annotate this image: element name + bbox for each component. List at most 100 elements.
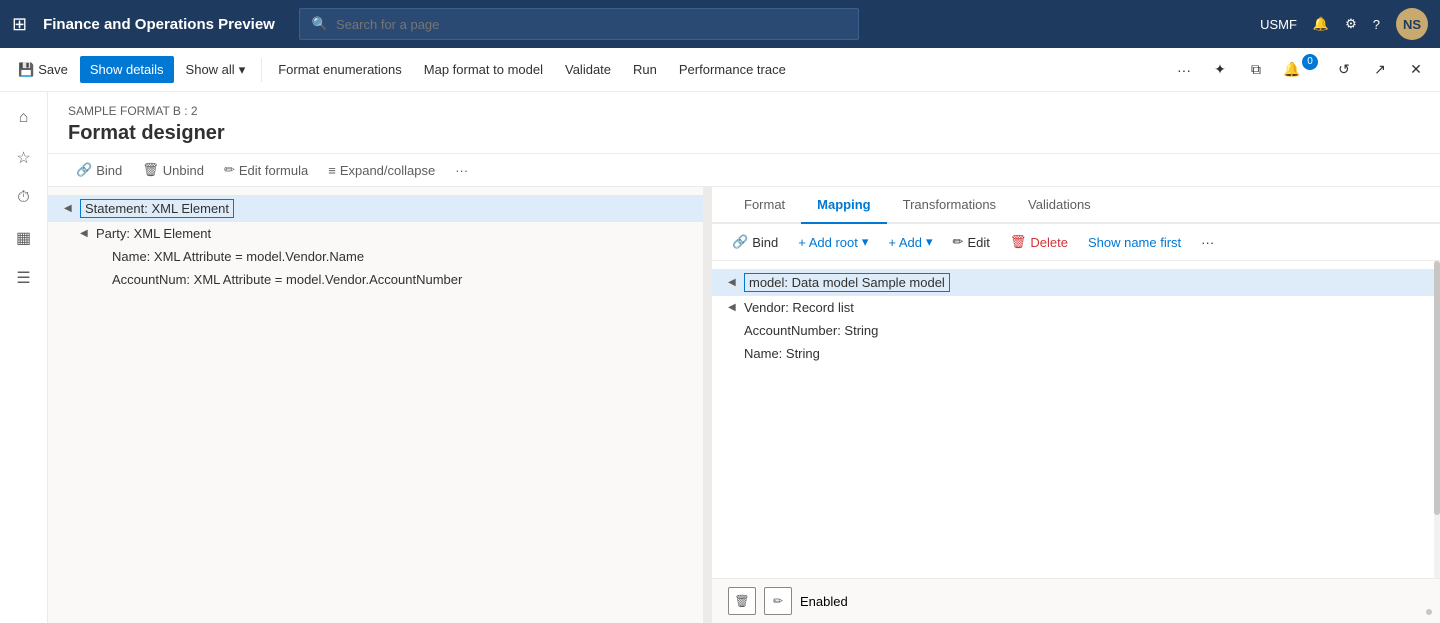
enabled-status: Enabled <box>800 594 848 609</box>
close-icon[interactable]: ✕ <box>1400 54 1432 86</box>
tree-arrow-icon: ◀ <box>728 302 744 313</box>
format-enumerations-button[interactable]: Format enumerations <box>268 56 412 83</box>
sidenav: ⌂ ☆ ⏱ ▦ ☰ <box>0 92 48 623</box>
tree-arrow-icon <box>96 251 112 262</box>
bottom-strip: 🗑 ✏ Enabled <box>712 578 1440 623</box>
tree-arrow-icon <box>728 325 744 336</box>
tree-arrow-icon <box>96 274 112 285</box>
refresh-icon[interactable]: ↺ <box>1328 54 1360 86</box>
tree-arrow-icon <box>728 348 744 359</box>
scrollbar-thumb <box>1434 261 1440 515</box>
sidenav-favorites-icon[interactable]: ☆ <box>6 140 42 176</box>
page-header: SAMPLE FORMAT B : 2 Format designer <box>48 92 1440 154</box>
fullscreen-icon[interactable]: ⧉ <box>1240 54 1272 86</box>
expand-collapse-button[interactable]: ≡ Expand/collapse <box>320 159 443 182</box>
trash-icon: 🗑 <box>1010 234 1027 250</box>
separator <box>261 58 262 82</box>
unbind-button[interactable]: 🗑 Unbind <box>134 158 212 182</box>
search-input[interactable] <box>336 17 846 32</box>
more-toolbar-icon[interactable]: ··· <box>447 159 476 182</box>
settings-icon[interactable]: ⚙ <box>1345 16 1357 32</box>
map-item-name-string[interactable]: Name: String <box>712 342 1440 365</box>
edit-button[interactable]: ✏ Edit <box>945 230 998 254</box>
mapping-tree: ◀ model: Data model Sample model ◀ Vendo… <box>712 261 1440 578</box>
mapping-tabs: Format Mapping Transformations Validatio… <box>712 187 1440 224</box>
trash-icon: 🗑 <box>142 162 159 178</box>
add-root-button[interactable]: + Add root ▾ <box>790 230 876 254</box>
map-item-label: model: Data model Sample model <box>744 273 950 292</box>
tab-transformations[interactable]: Transformations <box>887 187 1012 224</box>
tree-arrow-icon: ◀ <box>728 277 744 288</box>
sidenav-workspace-icon[interactable]: ▦ <box>6 220 42 256</box>
content-area: SAMPLE FORMAT B : 2 Format designer 🔗 Bi… <box>48 92 1440 623</box>
show-details-button[interactable]: Show details <box>80 56 174 83</box>
tree-item-label: Statement: XML Element <box>80 199 234 218</box>
map-item-accountnumber[interactable]: AccountNumber: String <box>712 319 1440 342</box>
cmd-right-buttons: ··· ✦ ⧉ 🔔 0 ↺ ↗ ✕ <box>1168 54 1432 86</box>
map-item-label: Name: String <box>744 346 820 361</box>
tree-arrow-icon: ◀ <box>64 203 80 214</box>
tree-item-label: Name: XML Attribute = model.Vendor.Name <box>112 249 364 264</box>
split-pane: ◀ Statement: XML Element ◀ Party: XML El… <box>48 187 1440 623</box>
mapping-pane: Format Mapping Transformations Validatio… <box>712 187 1440 623</box>
pin-icon[interactable]: ✦ <box>1204 54 1236 86</box>
sidenav-recent-icon[interactable]: ⏱ <box>6 180 42 216</box>
navbar: ⊞ Finance and Operations Preview 🔍 USMF … <box>0 0 1440 48</box>
mapping-toolbar: 🔗 Bind + Add root ▾ + Add ▾ ✏ Edit <box>712 224 1440 261</box>
tree-item-name[interactable]: Name: XML Attribute = model.Vendor.Name <box>48 245 707 268</box>
search-bar[interactable]: 🔍 <box>299 8 859 40</box>
tree-item-party[interactable]: ◀ Party: XML Element <box>48 222 707 245</box>
delete-strip-button[interactable]: 🗑 <box>728 587 756 615</box>
pencil-icon: ✏ <box>953 234 964 250</box>
chevron-down-icon: ▾ <box>926 234 933 250</box>
tree-item-accountnum[interactable]: AccountNum: XML Attribute = model.Vendor… <box>48 268 707 291</box>
delete-button[interactable]: 🗑 Delete <box>1002 230 1076 254</box>
page-title: Format designer <box>68 122 1420 145</box>
more-options-icon[interactable]: ··· <box>1168 54 1200 86</box>
link-icon: 🔗 <box>76 162 92 178</box>
open-new-icon[interactable]: ↗ <box>1364 54 1396 86</box>
more-mapping-options[interactable]: ··· <box>1193 231 1222 254</box>
map-item-label: Vendor: Record list <box>744 300 854 315</box>
tab-mapping[interactable]: Mapping <box>801 187 886 224</box>
help-icon[interactable]: ? <box>1373 17 1380 32</box>
mapping-bind-button[interactable]: 🔗 Bind <box>724 230 786 254</box>
show-name-first-button[interactable]: Show name first <box>1080 231 1189 254</box>
chevron-down-icon: ▾ <box>862 234 869 250</box>
pencil-icon: ✏ <box>224 162 235 178</box>
editor-toolbar: 🔗 Bind 🗑 Unbind ✏ Edit formula ≡ Expand/… <box>48 154 1440 187</box>
navbar-right: USMF 🔔 ⚙ ? NS <box>1260 8 1428 40</box>
bind-button[interactable]: 🔗 Bind <box>68 158 130 182</box>
search-icon: 🔍 <box>312 16 328 32</box>
tree-item-statement[interactable]: ◀ Statement: XML Element <box>48 195 707 222</box>
run-button[interactable]: Run <box>623 56 667 83</box>
tree-item-label: AccountNum: XML Attribute = model.Vendor… <box>112 272 462 287</box>
edit-formula-button[interactable]: ✏ Edit formula <box>216 158 316 182</box>
map-item-label: AccountNumber: String <box>744 323 878 338</box>
save-button[interactable]: 💾 Save <box>8 56 78 84</box>
map-item-vendor[interactable]: ◀ Vendor: Record list <box>712 296 1440 319</box>
avatar[interactable]: NS <box>1396 8 1428 40</box>
add-button[interactable]: + Add ▾ <box>880 230 940 254</box>
tab-format[interactable]: Format <box>728 187 801 224</box>
performance-trace-button[interactable]: Performance trace <box>669 56 796 83</box>
sidenav-list-icon[interactable]: ☰ <box>6 260 42 296</box>
main-layout: ⌂ ☆ ⏱ ▦ ☰ SAMPLE FORMAT B : 2 Format des… <box>0 92 1440 623</box>
show-all-button[interactable]: Show all ▾ <box>176 56 256 84</box>
bell-icon[interactable]: 🔔 <box>1313 16 1329 32</box>
link-icon: 🔗 <box>732 234 748 250</box>
expand-icon: ≡ <box>328 163 336 178</box>
splitter-handle[interactable] <box>703 187 707 623</box>
sidenav-home-icon[interactable]: ⌂ <box>6 100 42 136</box>
map-format-button[interactable]: Map format to model <box>414 56 553 83</box>
notification-badge: 0 <box>1302 54 1318 70</box>
dot-indicator <box>1426 609 1432 615</box>
grid-icon[interactable]: ⊞ <box>12 14 27 35</box>
map-item-model[interactable]: ◀ model: Data model Sample model <box>712 269 1440 296</box>
notification-area: 🔔 0 <box>1276 54 1324 86</box>
format-tree-pane: ◀ Statement: XML Element ◀ Party: XML El… <box>48 187 708 623</box>
edit-strip-button[interactable]: ✏ <box>764 587 792 615</box>
tab-validations[interactable]: Validations <box>1012 187 1107 224</box>
scrollbar[interactable] <box>1434 261 1440 578</box>
validate-button[interactable]: Validate <box>555 56 621 83</box>
